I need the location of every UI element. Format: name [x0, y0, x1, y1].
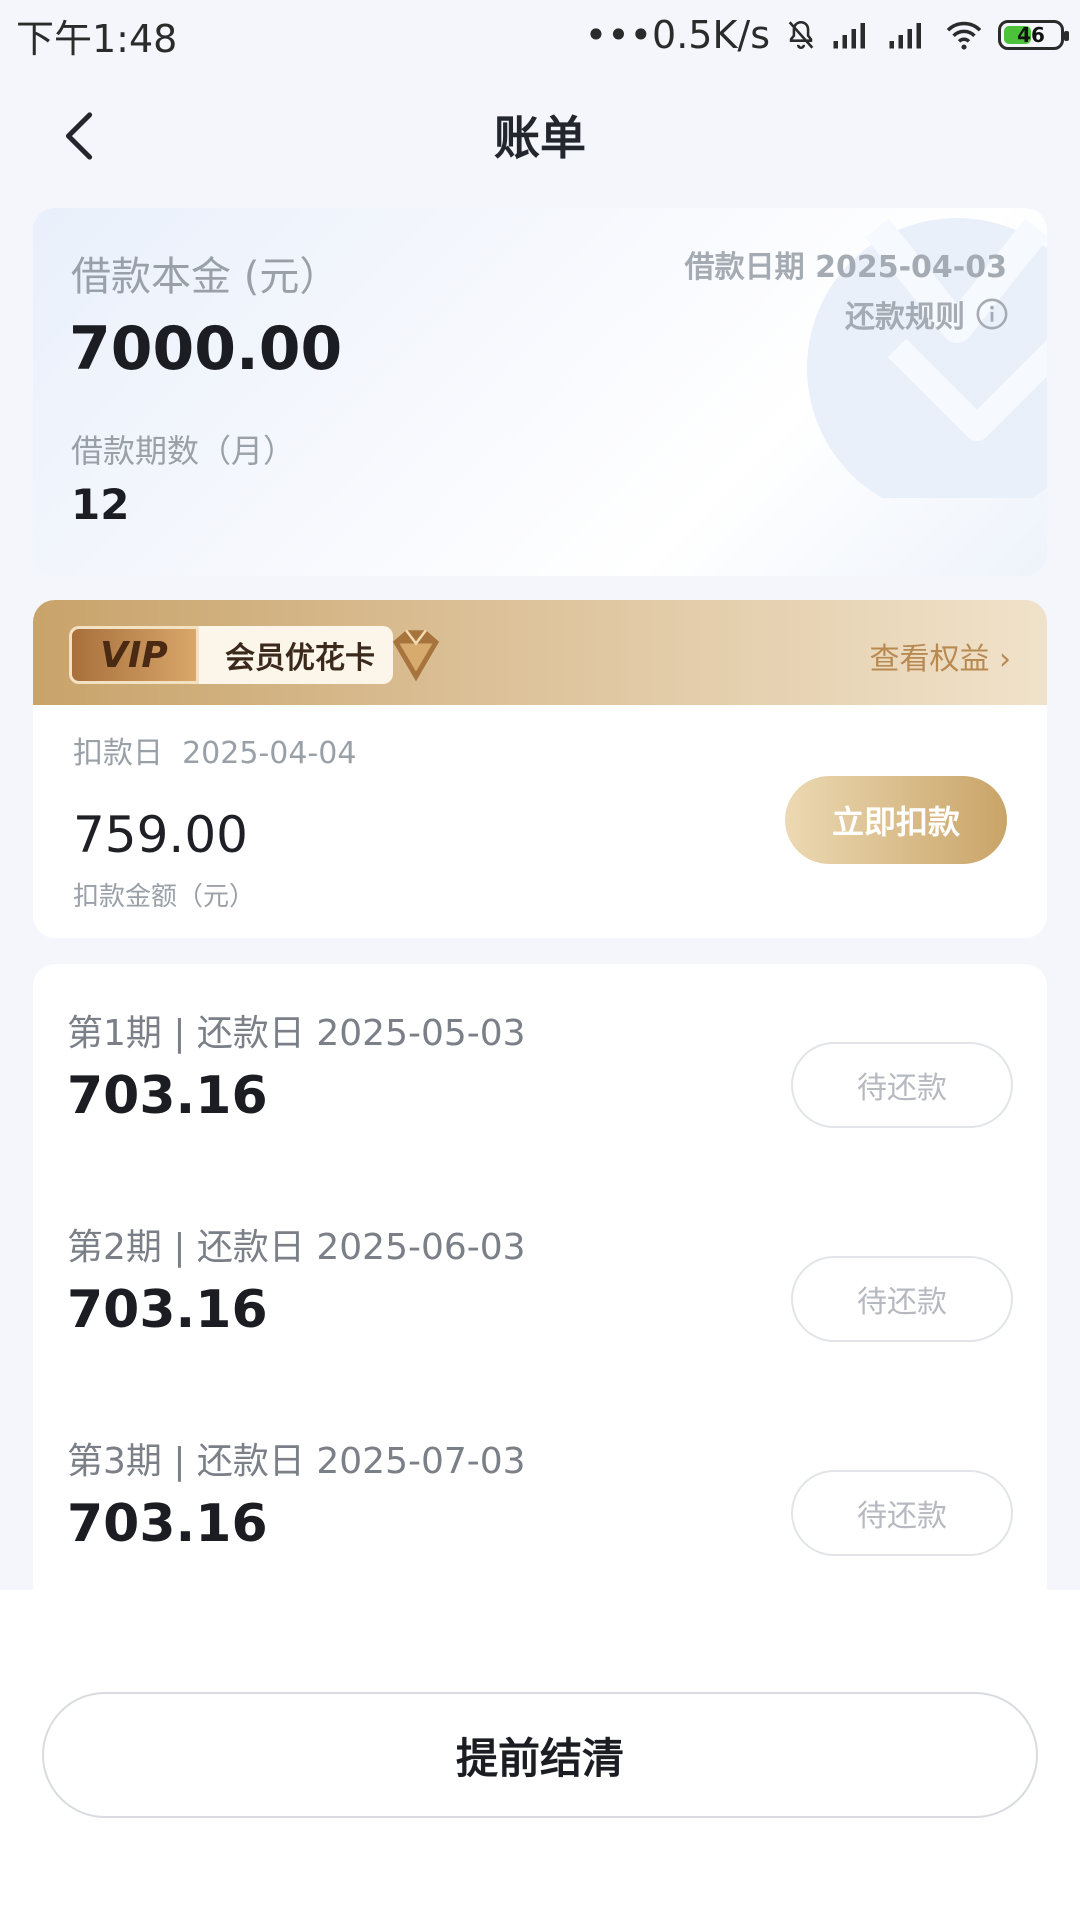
vip-name: 会员优花卡	[199, 626, 393, 684]
vip-badge: VIP 会员优花卡	[69, 626, 449, 684]
installment-info: 第3期 | 还款日 2025-07-03	[67, 1441, 526, 1482]
installment-info: 第1期 | 还款日 2025-05-03	[67, 1013, 526, 1054]
deduct-now-button[interactable]: 立即扣款	[785, 776, 1007, 864]
installment-status-button[interactable]: 待还款	[791, 1256, 1013, 1342]
chevron-right-icon: ›	[999, 642, 1011, 677]
deduct-date: 扣款日 2025-04-04	[73, 736, 357, 771]
status-bar: 下午1:48 •••0.5K/s 46	[0, 0, 1080, 70]
signal-icon-2	[888, 20, 930, 50]
info-icon	[976, 298, 1008, 330]
chevron-left-icon	[65, 112, 93, 160]
battery-icon: 46	[998, 20, 1069, 50]
deduct-amount-label: 扣款金额（元）	[73, 882, 256, 912]
page-title: 账单	[494, 111, 586, 165]
installment-list: 第1期 | 还款日 2025-05-03 703.16 待还款 第2期 | 还款…	[33, 964, 1047, 1594]
back-button[interactable]	[50, 106, 110, 166]
mute-bell-icon	[784, 18, 818, 52]
installment-status-button[interactable]: 待还款	[791, 1042, 1013, 1128]
nav-header: 账单	[0, 70, 1080, 200]
installment-row: 第1期 | 还款日 2025-05-03 703.16 待还款	[33, 964, 1047, 1164]
repayment-rules-label: 还款规则	[845, 300, 965, 335]
principal-label: 借款本金 (元）	[71, 254, 340, 300]
loan-date: 借款日期 2025-04-03	[684, 250, 1007, 285]
periods-label: 借款期数（月）	[71, 432, 296, 470]
signal-icon-1	[832, 20, 874, 50]
installment-amount: 703.16	[67, 1280, 268, 1340]
installment-amount: 703.16	[67, 1066, 268, 1126]
vip-banner: VIP 会员优花卡 查看权益 ›	[33, 600, 1047, 705]
diamond-icon	[392, 629, 440, 682]
installment-status-button[interactable]: 待还款	[791, 1470, 1013, 1556]
status-icons: •••0.5K/s 46	[584, 13, 1069, 57]
wifi-icon	[944, 19, 984, 51]
installment-info: 第2期 | 还款日 2025-06-03	[67, 1227, 526, 1268]
deduct-amount: 759.00	[73, 806, 248, 864]
periods-value: 12	[71, 480, 130, 529]
vip-tag: VIP	[69, 626, 199, 684]
installment-row: 第3期 | 还款日 2025-07-03 703.16 待还款	[33, 1392, 1047, 1592]
loan-summary-card: 借款本金 (元） 7000.00 借款期数（月） 12 借款日期 2025-04…	[33, 208, 1047, 576]
principal-value: 7000.00	[69, 314, 343, 384]
installment-amount: 703.16	[67, 1494, 268, 1554]
vip-card: VIP 会员优花卡 查看权益 › 扣款日 2025-04-04 759.00 扣…	[33, 600, 1047, 938]
repayment-rules-link[interactable]: 还款规则	[845, 292, 1009, 336]
view-benefits-link[interactable]: 查看权益 ›	[869, 634, 1011, 678]
network-speed: •••0.5K/s	[584, 13, 770, 57]
installment-row: 第2期 | 还款日 2025-06-03 703.16 待还款	[33, 1178, 1047, 1378]
bottom-action-area: 提前结清	[0, 1590, 1080, 1920]
early-payoff-button[interactable]: 提前结清	[42, 1692, 1038, 1818]
status-time: 下午1:48	[16, 16, 178, 61]
